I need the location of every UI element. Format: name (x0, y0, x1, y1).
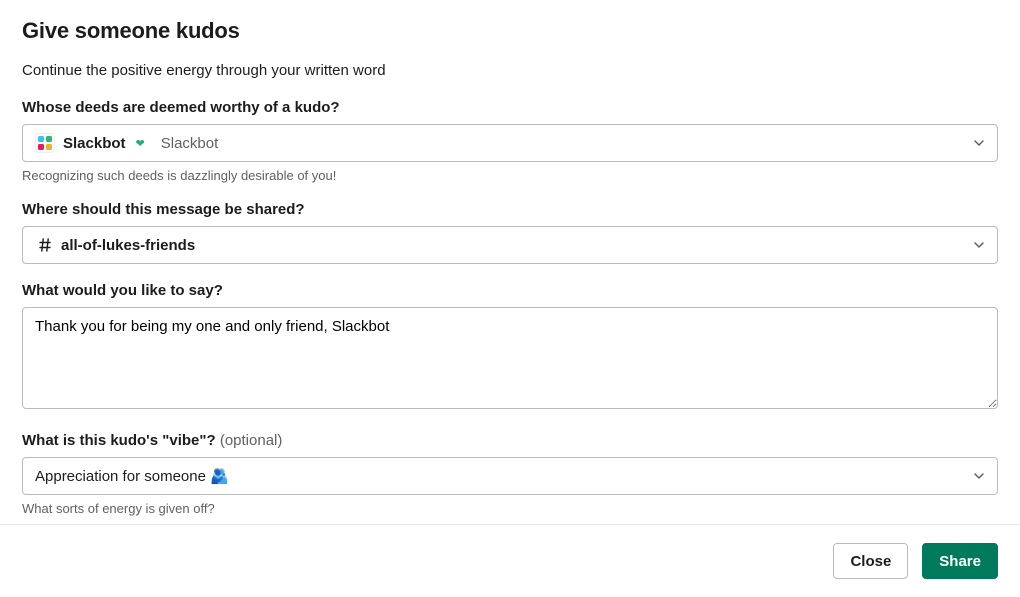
field-who: Whose deeds are deemed worthy of a kudo?… (22, 99, 998, 183)
vibe-select[interactable]: Appreciation for someone 🫂 (22, 457, 998, 495)
close-button[interactable]: Close (833, 543, 908, 579)
field-where-label: Where should this message be shared? (22, 201, 998, 218)
user-select[interactable]: Slackbot ❤ Slackbot (22, 124, 998, 162)
field-vibe-label: What is this kudo's "vibe"? (optional) (22, 432, 998, 449)
chevron-down-icon (973, 470, 985, 482)
modal-title: Give someone kudos (22, 18, 998, 44)
channel-select[interactable]: all-of-lukes-friends (22, 226, 998, 264)
field-vibe: What is this kudo's "vibe"? (optional) A… (22, 432, 998, 516)
modal-subtitle: Continue the positive energy through you… (22, 62, 998, 79)
field-vibe-helper: What sorts of energy is given off? (22, 501, 998, 516)
selected-channel-name: all-of-lukes-friends (61, 237, 195, 254)
message-textarea[interactable] (22, 307, 998, 409)
selected-user-name: Slackbot (63, 135, 126, 152)
vibe-text: Appreciation for someone (35, 468, 206, 485)
presence-heart-icon: ❤ (136, 137, 145, 150)
hash-icon (35, 237, 55, 253)
field-vibe-label-text: What is this kudo's "vibe"? (22, 432, 216, 449)
modal-footer: Close Share (0, 524, 1020, 597)
field-message-label: What would you like to say? (22, 282, 998, 299)
modal-body: Give someone kudos Continue the positive… (0, 0, 1020, 528)
field-who-helper: Recognizing such deeds is dazzlingly des… (22, 168, 998, 183)
field-vibe-optional: (optional) (216, 432, 283, 449)
chevron-down-icon (973, 239, 985, 251)
vibe-emoji-icon: 🫂 (210, 467, 229, 485)
chevron-down-icon (973, 137, 985, 149)
selected-user-realname: Slackbot (161, 135, 219, 152)
share-button[interactable]: Share (922, 543, 998, 579)
field-who-label: Whose deeds are deemed worthy of a kudo? (22, 99, 998, 116)
slackbot-avatar-icon (35, 133, 55, 153)
selected-user: Slackbot ❤ Slackbot (35, 133, 218, 153)
field-message: What would you like to say? (22, 282, 998, 414)
field-where: Where should this message be shared? all… (22, 201, 998, 264)
